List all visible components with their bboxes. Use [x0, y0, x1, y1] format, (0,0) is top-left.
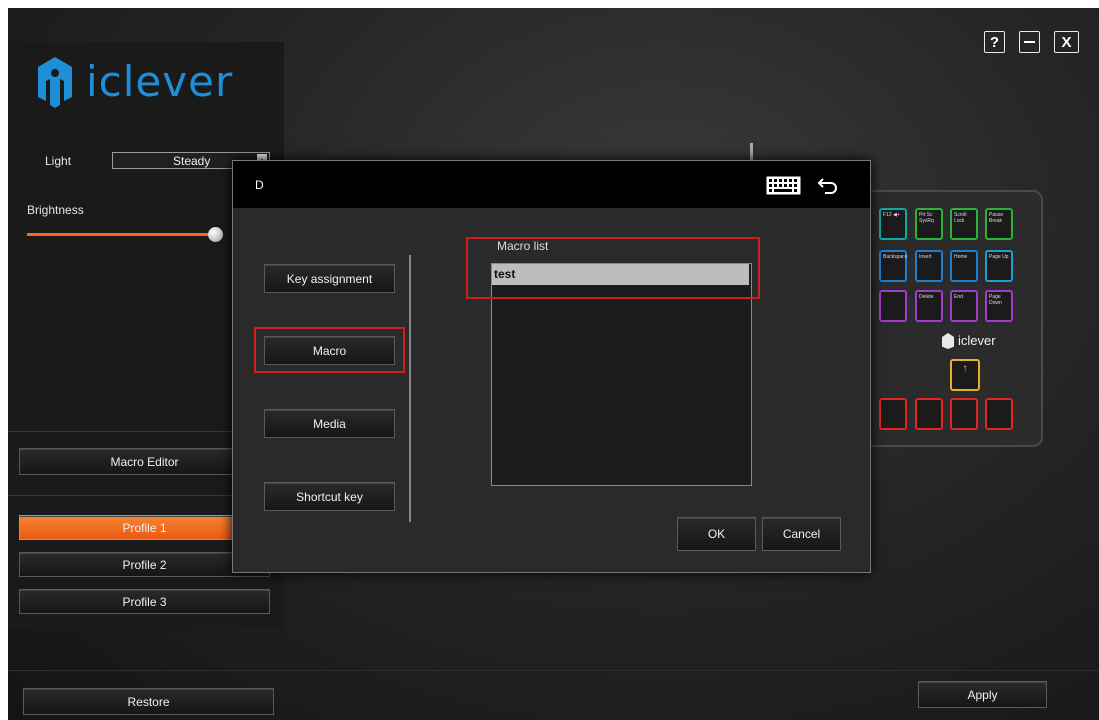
macro-list-highlight-box [466, 237, 760, 299]
ok-button[interactable]: OK [677, 517, 756, 551]
key-page-down: Page Down [985, 290, 1013, 322]
key-delete: Delete [915, 290, 943, 322]
key-up-arrow: ↑ [950, 359, 980, 391]
key-insert: Insert [915, 250, 943, 282]
key-blank [879, 290, 907, 322]
key-page-up: Page Up [985, 250, 1013, 282]
key-right-arrow [985, 398, 1013, 430]
dialog-title: D [255, 178, 264, 192]
keyboard-logo-text: iclever [958, 333, 996, 348]
key-left-arrow [915, 398, 943, 430]
dialog-title-bar: D [233, 161, 870, 208]
app-window: ? X iclever Light Steady ▲ Brightness Ma… [8, 8, 1099, 720]
key-home: Home [950, 250, 978, 282]
keyboard-logo-icon [942, 333, 954, 349]
brightness-slider-handle[interactable] [208, 227, 223, 242]
brand-name: iclever [86, 57, 234, 106]
iclever-logo-icon [34, 55, 76, 109]
keyboard-icon[interactable] [766, 176, 801, 195]
shortcut-key-button[interactable]: Shortcut key [264, 482, 395, 511]
brightness-label: Brightness [27, 203, 84, 217]
key-assignment-button[interactable]: Key assignment [264, 264, 395, 293]
key-end: End [950, 290, 978, 322]
key-scroll-lock: Scroll Lock [950, 208, 978, 240]
footer-divider [8, 670, 1099, 671]
key-backspace: Backspace [879, 250, 907, 282]
macro-button[interactable]: Macro [264, 336, 395, 365]
light-label: Light [45, 154, 72, 168]
key-red [879, 398, 907, 430]
help-button[interactable]: ? [984, 31, 1005, 53]
cancel-button[interactable]: Cancel [762, 517, 841, 551]
apply-button[interactable]: Apply [918, 681, 1047, 708]
key-pause: Pause Break [985, 208, 1013, 240]
restore-button[interactable]: Restore [23, 688, 274, 715]
minimize-button[interactable] [1019, 31, 1040, 53]
media-button[interactable]: Media [264, 409, 395, 438]
key-f12: F12 ◀+ [879, 208, 907, 240]
undo-icon[interactable] [816, 173, 840, 197]
brightness-slider[interactable] [27, 233, 215, 236]
key-prtsc: Prt Sc SysRq [915, 208, 943, 240]
minimize-icon [1024, 41, 1035, 43]
light-mode-value: Steady [173, 154, 211, 168]
key-assignment-dialog: D Key assignment Macro Media Shortcut ke… [232, 160, 871, 573]
menu-divider [409, 255, 411, 522]
profile-3-button[interactable]: Profile 3 [19, 589, 270, 614]
key-down-arrow [950, 398, 978, 430]
close-button[interactable]: X [1054, 31, 1079, 53]
brightness-fill [27, 233, 215, 236]
keyboard-preview: F12 ◀+ Prt Sc SysRq Scroll Lock Pause Br… [863, 190, 1043, 447]
